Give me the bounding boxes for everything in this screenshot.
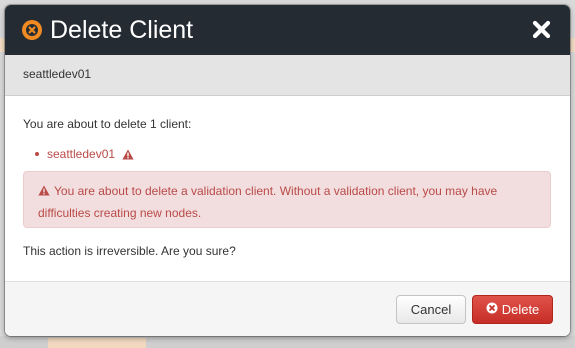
delete-button[interactable]: Delete xyxy=(472,295,553,324)
delete-button-label: Delete xyxy=(501,302,540,317)
warning-triangle-icon xyxy=(122,149,135,163)
dialog-body: You are about to delete 1 client: seattl… xyxy=(5,96,570,282)
dialog-header: Delete Client xyxy=(5,5,570,55)
client-list: seattledev01 xyxy=(33,147,135,163)
cancel-button-label: Cancel xyxy=(410,302,452,317)
background-tag xyxy=(48,338,146,348)
validation-warning-alert: You are about to delete a validation cli… xyxy=(23,171,551,228)
warning-triangle-icon xyxy=(38,182,50,203)
alert-text: You are about to delete a validation cli… xyxy=(38,184,498,220)
delete-client-dialog: Delete Client seattledev01 You are about… xyxy=(5,5,570,336)
circle-x-icon xyxy=(486,302,498,317)
background-page-footer xyxy=(0,336,575,348)
cancel-button[interactable]: Cancel xyxy=(396,295,466,324)
dialog-footer: Cancel Delete xyxy=(5,282,570,336)
dialog-subheader: seattledev01 xyxy=(5,55,570,96)
confirm-text: This action is irreversible. Are you sur… xyxy=(23,244,236,258)
list-item: seattledev01 xyxy=(33,147,135,163)
intro-text: You are about to delete 1 client: xyxy=(23,117,192,131)
client-name-heading: seattledev01 xyxy=(23,67,92,81)
client-name: seattledev01 xyxy=(47,147,116,161)
dialog-title: Delete Client xyxy=(50,16,194,44)
bullet xyxy=(35,152,39,156)
circle-x-icon xyxy=(22,20,42,40)
close-button[interactable] xyxy=(531,19,552,40)
close-x-icon xyxy=(532,20,551,39)
